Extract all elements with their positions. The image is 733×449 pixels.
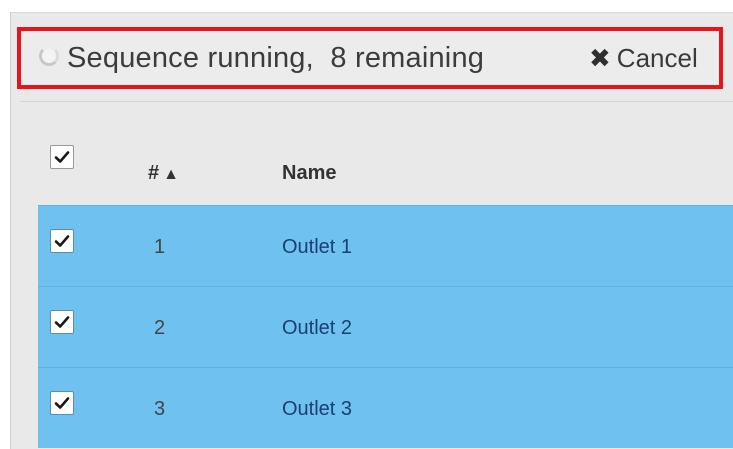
- divider: [20, 101, 733, 102]
- sequence-status-bar: Sequence running, 8 remaining ✖ Cancel: [17, 27, 723, 89]
- outlet-name: Outlet 2: [282, 317, 353, 339]
- check-icon: [54, 235, 70, 247]
- check-icon: [54, 151, 70, 163]
- row-number: 2: [154, 317, 166, 339]
- spinner-icon: [39, 46, 59, 66]
- outlet-table: # ▲ Name 1 Outlet 1 2 Outlet 2 3 Outlet 3: [38, 117, 733, 448]
- row-number: 1: [154, 236, 166, 258]
- check-icon: [54, 397, 70, 409]
- sequence-status-text: Sequence running, 8 remaining: [67, 42, 485, 74]
- row-checkbox[interactable]: [50, 229, 74, 253]
- table-row[interactable]: 2 Outlet 2: [38, 286, 733, 367]
- row-number: 3: [154, 398, 166, 420]
- row-checkbox[interactable]: [50, 391, 74, 415]
- table-header-row: # ▲ Name: [38, 117, 733, 205]
- cancel-label: Cancel: [616, 43, 698, 73]
- row-checkbox[interactable]: [50, 310, 74, 334]
- column-header-name[interactable]: Name: [282, 162, 336, 185]
- cancel-button[interactable]: ✖ Cancel: [589, 38, 698, 78]
- column-header-number[interactable]: # ▲: [148, 162, 179, 185]
- sort-ascending-icon: ▲: [163, 166, 179, 183]
- outlet-name: Outlet 1: [282, 236, 353, 258]
- outlet-name: Outlet 3: [282, 398, 353, 420]
- close-x-icon: ✖: [589, 43, 611, 73]
- column-header-number-label: #: [148, 162, 160, 184]
- table-row[interactable]: 3 Outlet 3: [38, 367, 733, 448]
- table-row[interactable]: 1 Outlet 1: [38, 205, 733, 286]
- select-all-checkbox[interactable]: [50, 145, 74, 169]
- check-icon: [54, 316, 70, 328]
